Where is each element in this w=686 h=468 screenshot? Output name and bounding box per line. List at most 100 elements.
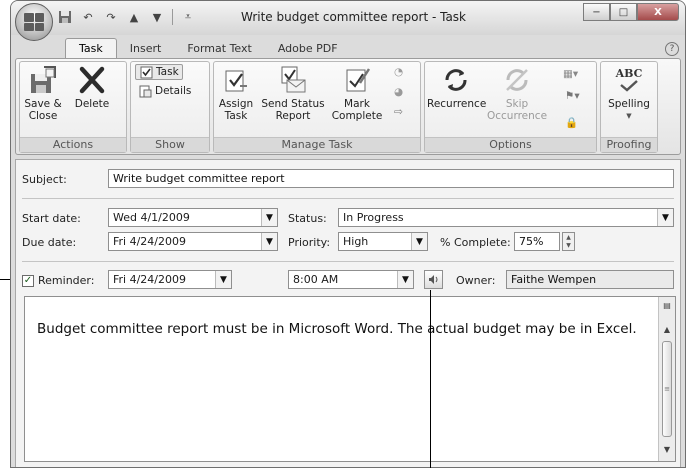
customize-qat-icon[interactable]: ⩡ <box>180 9 196 25</box>
task-icon <box>139 65 153 79</box>
reminder-date-arrow-icon[interactable]: ▼ <box>215 271 231 288</box>
reminder-label: Reminder: <box>38 274 95 287</box>
show-details-button[interactable]: Details <box>138 84 191 98</box>
window-controls: − □ X <box>583 3 679 21</box>
spin-down-icon[interactable]: ▼ <box>563 242 574 251</box>
cancel-assignment-icon[interactable]: ◔ <box>394 66 403 78</box>
divider <box>22 198 674 199</box>
status-dropdown[interactable]: In Progress ▼ <box>338 208 674 227</box>
group-options: Recurrence Skip Occurrence ▦▾ ⚑▾ 🔒 Optio… <box>424 61 597 153</box>
maximize-button[interactable]: □ <box>610 3 637 21</box>
reminder-sound-button[interactable] <box>424 270 443 289</box>
close-button[interactable]: X <box>637 3 679 21</box>
task-body-text: Budget committee report must be in Micro… <box>37 321 637 337</box>
window-title: Write budget committee report - Task <box>241 10 467 24</box>
spelling-abc-icon: ABC <box>613 64 645 96</box>
scroll-down-icon[interactable]: ▼ <box>661 443 673 455</box>
owner-label: Owner: <box>456 274 496 287</box>
mark-complete-button[interactable]: Mark Complete <box>330 64 384 122</box>
reminder-date-dropdown[interactable]: Fri 4/24/2009 ▼ <box>108 270 232 289</box>
mark-complete-label: Mark Complete <box>331 98 383 122</box>
start-date-arrow-icon[interactable]: ▼ <box>261 209 277 226</box>
quick-access-toolbar: ↶ ↷ ▲ ▼ ⩡ <box>57 9 196 25</box>
skip-occurrence-icon <box>501 64 533 96</box>
next-item-icon[interactable]: ▼ <box>149 9 165 25</box>
show-task-button[interactable]: Task <box>135 64 183 80</box>
priority-label: Priority: <box>288 236 331 249</box>
due-date-arrow-icon[interactable]: ▼ <box>261 233 277 250</box>
recurrence-icon <box>440 64 472 96</box>
percent-complete-label: % Complete: <box>440 236 511 249</box>
redo-icon[interactable]: ↷ <box>103 9 119 25</box>
recurrence-button[interactable]: Recurrence <box>427 64 487 110</box>
start-date-label: Start date: <box>22 212 81 225</box>
start-date-value: Wed 4/1/2009 <box>113 211 190 224</box>
status-arrow-icon[interactable]: ▼ <box>657 209 673 226</box>
vertical-scrollbar[interactable]: ▤ ▲ ≡ ▼ <box>658 297 675 461</box>
ribbon: Save & Close Delete Actions Task Details… <box>15 58 681 155</box>
spelling-button[interactable]: ABC Spelling ▼ <box>603 64 655 122</box>
assign-task-button[interactable]: Assign Task <box>218 64 254 122</box>
subject-label: Subject: <box>22 173 67 186</box>
spelling-dropdown-icon[interactable]: ▼ <box>603 110 655 122</box>
spin-up-icon[interactable]: ▲ <box>563 233 574 242</box>
follow-up-icon[interactable]: ⚑▾ <box>565 90 580 102</box>
scroll-up-icon[interactable]: ▲ <box>661 323 673 335</box>
callout-line-sound <box>430 290 431 468</box>
save-close-button[interactable]: Save & Close <box>22 64 64 122</box>
undo-icon[interactable]: ↶ <box>80 9 96 25</box>
tab-insert[interactable]: Insert <box>117 39 175 59</box>
reminder-time-arrow-icon[interactable]: ▼ <box>397 271 413 288</box>
percent-complete-field[interactable]: 75% <box>514 232 560 251</box>
group-label-proofing: Proofing <box>601 137 657 152</box>
status-label: Status: <box>288 212 327 225</box>
due-date-value: Fri 4/24/2009 <box>113 235 187 248</box>
divider <box>22 261 674 262</box>
subject-field[interactable]: Write budget committee report <box>108 169 674 188</box>
skip-occurrence-label: Skip Occurrence <box>487 98 548 122</box>
reminder-checkbox[interactable]: ✓ <box>22 275 34 287</box>
start-date-dropdown[interactable]: Wed 4/1/2009 ▼ <box>108 208 278 227</box>
recurrence-label: Recurrence <box>427 98 487 110</box>
qat-separator <box>172 9 173 25</box>
spelling-label: Spelling <box>608 98 650 110</box>
group-label-show: Show <box>131 137 209 152</box>
group-proofing: ABC Spelling ▼ Proofing <box>600 61 658 153</box>
save-icon[interactable] <box>57 9 73 25</box>
due-date-dropdown[interactable]: Fri 4/24/2009 ▼ <box>108 232 278 251</box>
task-window: ↶ ↷ ▲ ▼ ⩡ Write budget committee report … <box>10 0 686 468</box>
send-status-report-button[interactable]: Send Status Report <box>260 64 326 122</box>
minimize-button[interactable]: − <box>583 3 610 21</box>
delete-x-icon <box>76 64 108 96</box>
group-actions: Save & Close Delete Actions <box>19 61 127 153</box>
tab-format-text[interactable]: Format Text <box>174 39 265 59</box>
office-button[interactable] <box>15 3 53 41</box>
delete-button[interactable]: Delete <box>70 64 114 110</box>
scroll-thumb[interactable]: ≡ <box>662 341 672 437</box>
priority-arrow-icon[interactable]: ▼ <box>411 233 427 250</box>
owner-field: Faithe Wempen <box>506 270 674 289</box>
previous-item-icon[interactable]: ▲ <box>126 9 142 25</box>
reminder-time-dropdown[interactable]: 8:00 AM ▼ <box>288 270 414 289</box>
task-body-textarea[interactable]: Budget committee report must be in Micro… <box>24 296 676 462</box>
forward-icon[interactable]: ⇨ <box>394 106 403 118</box>
skip-occurrence-button[interactable]: Skip Occurrence <box>487 64 547 122</box>
send-status-label: Send Status Report <box>261 98 325 122</box>
priority-value: High <box>343 235 369 248</box>
percent-complete-spinner[interactable]: ▲ ▼ <box>562 232 575 251</box>
reply-icon[interactable]: ◕ <box>394 86 403 98</box>
scrollbar-page-icon[interactable]: ▤ <box>661 299 673 311</box>
title-bar: ↶ ↷ ▲ ▼ ⩡ Write budget committee report … <box>11 1 685 41</box>
priority-dropdown[interactable]: High ▼ <box>338 232 428 251</box>
categorize-icon[interactable]: ▦▾ <box>563 68 578 80</box>
group-show: Task Details Show <box>130 61 210 153</box>
assign-task-icon <box>220 64 252 96</box>
tab-adobe-pdf[interactable]: Adobe PDF <box>265 39 351 59</box>
private-icon[interactable]: 🔒 <box>565 116 578 129</box>
group-label-manage-task: Manage Task <box>214 137 420 152</box>
save-close-label: Save & Close <box>24 98 62 122</box>
help-icon[interactable]: ? <box>665 42 679 56</box>
task-form: Subject: Write budget committee report S… <box>15 159 681 467</box>
group-label-actions: Actions <box>20 137 126 152</box>
tab-task[interactable]: Task <box>65 38 117 59</box>
